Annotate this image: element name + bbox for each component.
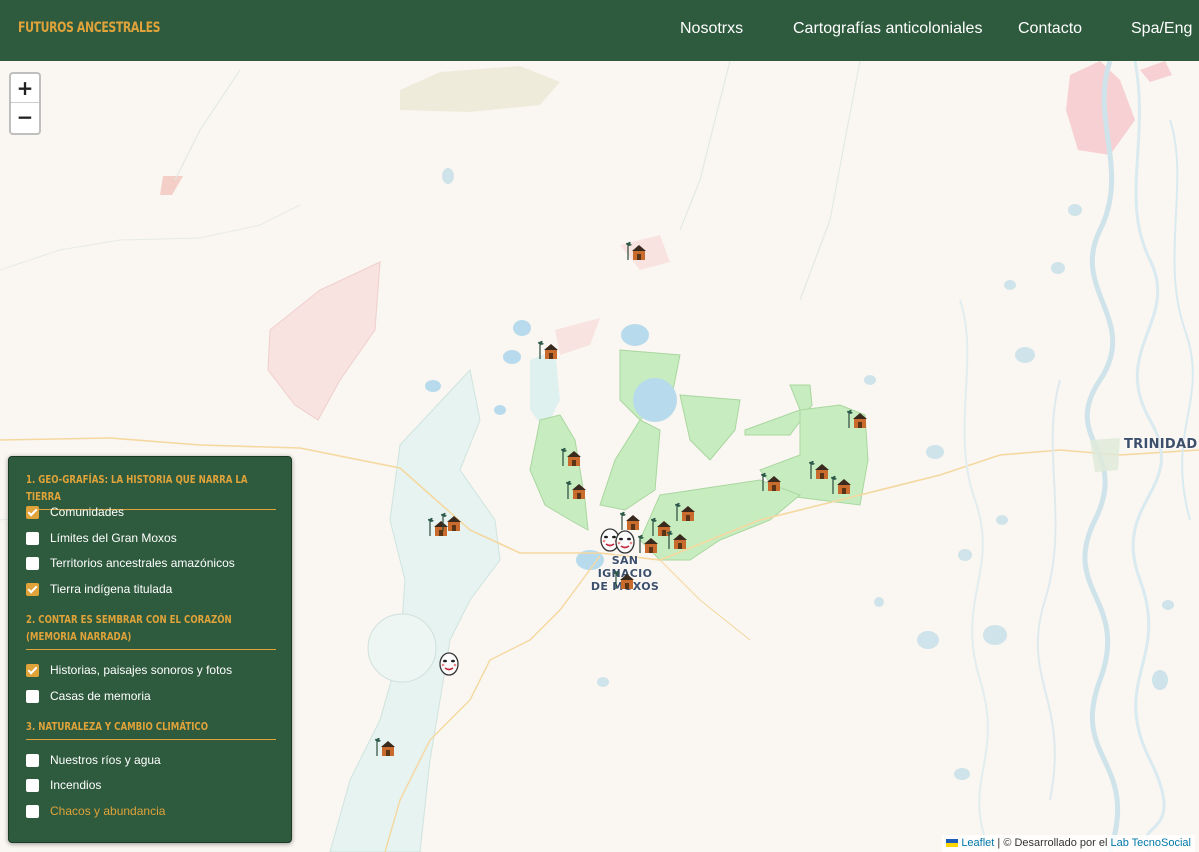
layer-option-territorios-amazonicos[interactable]: Territorios ancestrales amazónicos (26, 553, 235, 573)
zoom-in-button[interactable]: + (11, 74, 39, 103)
layer-option-chacos[interactable]: Chacos y abundancia (26, 801, 165, 821)
layer-option-tierra-indigena[interactable]: Tierra indígena titulada (26, 579, 172, 599)
ukraine-flag-icon (946, 839, 959, 848)
community-house-icon[interactable] (537, 339, 559, 361)
option-label: Límites del Gran Moxos (50, 531, 177, 545)
language-toggle[interactable]: Spa/Eng (1131, 20, 1192, 38)
layer-option-incendios[interactable]: Incendios (26, 775, 101, 795)
community-house-icon[interactable] (613, 569, 635, 591)
layer-option-rios-agua[interactable]: Nuestros ríos y agua (26, 750, 161, 770)
community-house-icon[interactable] (440, 511, 462, 533)
option-label: Casas de memoria (50, 689, 151, 703)
city-label-trinidad: TRINIDAD (1124, 437, 1198, 452)
leaflet-link[interactable]: Leaflet (961, 837, 994, 849)
layer-control-panel: 1. Geo-grafías: la historia que narra la… (8, 456, 292, 843)
memory-mask-icon[interactable] (438, 651, 460, 677)
option-label: Historias, paisajes sonoros y fotos (50, 663, 233, 677)
checkbox[interactable] (26, 663, 39, 677)
community-house-icon[interactable] (846, 408, 868, 430)
layer-option-comunidades[interactable]: Comunidades (26, 502, 124, 522)
checkbox[interactable] (26, 689, 39, 703)
option-label: Incendios (50, 778, 102, 792)
community-house-icon[interactable] (808, 459, 830, 481)
checkbox[interactable] (26, 582, 39, 596)
community-house-icon[interactable] (637, 533, 659, 555)
zoom-control: + − (9, 72, 41, 135)
zoom-out-button[interactable]: − (11, 103, 39, 132)
checkbox[interactable] (26, 556, 39, 570)
checkbox[interactable] (26, 804, 39, 818)
community-house-icon[interactable] (830, 474, 852, 496)
option-label: Tierra indígena titulada (50, 582, 173, 596)
layer-option-historias[interactable]: Historias, paisajes sonoros y fotos (26, 660, 232, 680)
layer-option-casas-memoria[interactable]: Casas de memoria (26, 686, 151, 706)
option-label: Comunidades (50, 505, 125, 519)
checkbox[interactable] (26, 505, 39, 519)
section-title-naturaleza: 3. Naturaleza y cambio climático (26, 719, 276, 740)
option-label: Nuestros ríos y agua (50, 753, 161, 767)
lab-tecnosocial-link[interactable]: Lab TecnoSocial (1110, 837, 1191, 849)
community-house-icon[interactable] (374, 736, 396, 758)
site-brand[interactable]: Futuros Ancestrales (18, 20, 161, 36)
top-navbar: Futuros Ancestrales Nosotrxs Cartografía… (0, 0, 1199, 61)
option-label: Chacos y abundancia (50, 804, 166, 818)
attribution-text: | © Desarrollado por el (994, 837, 1111, 849)
checkbox[interactable] (26, 778, 39, 792)
community-house-icon[interactable] (560, 446, 582, 468)
nav-link-contacto[interactable]: Contacto (1018, 20, 1082, 38)
memory-mask-icon[interactable] (614, 529, 636, 555)
map-attribution: Leaflet | © Desarrollado por el Lab Tecn… (942, 835, 1195, 852)
community-house-icon[interactable] (674, 501, 696, 523)
nav-link-cartografias[interactable]: Cartografías anticoloniales (793, 20, 982, 38)
community-house-icon[interactable] (625, 240, 647, 262)
layer-option-limites-gran-moxos[interactable]: Límites del Gran Moxos (26, 528, 177, 548)
community-house-icon[interactable] (565, 479, 587, 501)
option-label: Territorios ancestrales amazónicos (50, 556, 235, 570)
checkbox[interactable] (26, 531, 39, 545)
community-house-icon[interactable] (666, 529, 688, 551)
checkbox[interactable] (26, 753, 39, 767)
community-house-icon[interactable] (760, 471, 782, 493)
section-title-memoria-narrada: 2. Contar es sembrar con el corazón (mem… (26, 612, 276, 650)
nav-link-nosotrxs[interactable]: Nosotrxs (680, 20, 743, 38)
